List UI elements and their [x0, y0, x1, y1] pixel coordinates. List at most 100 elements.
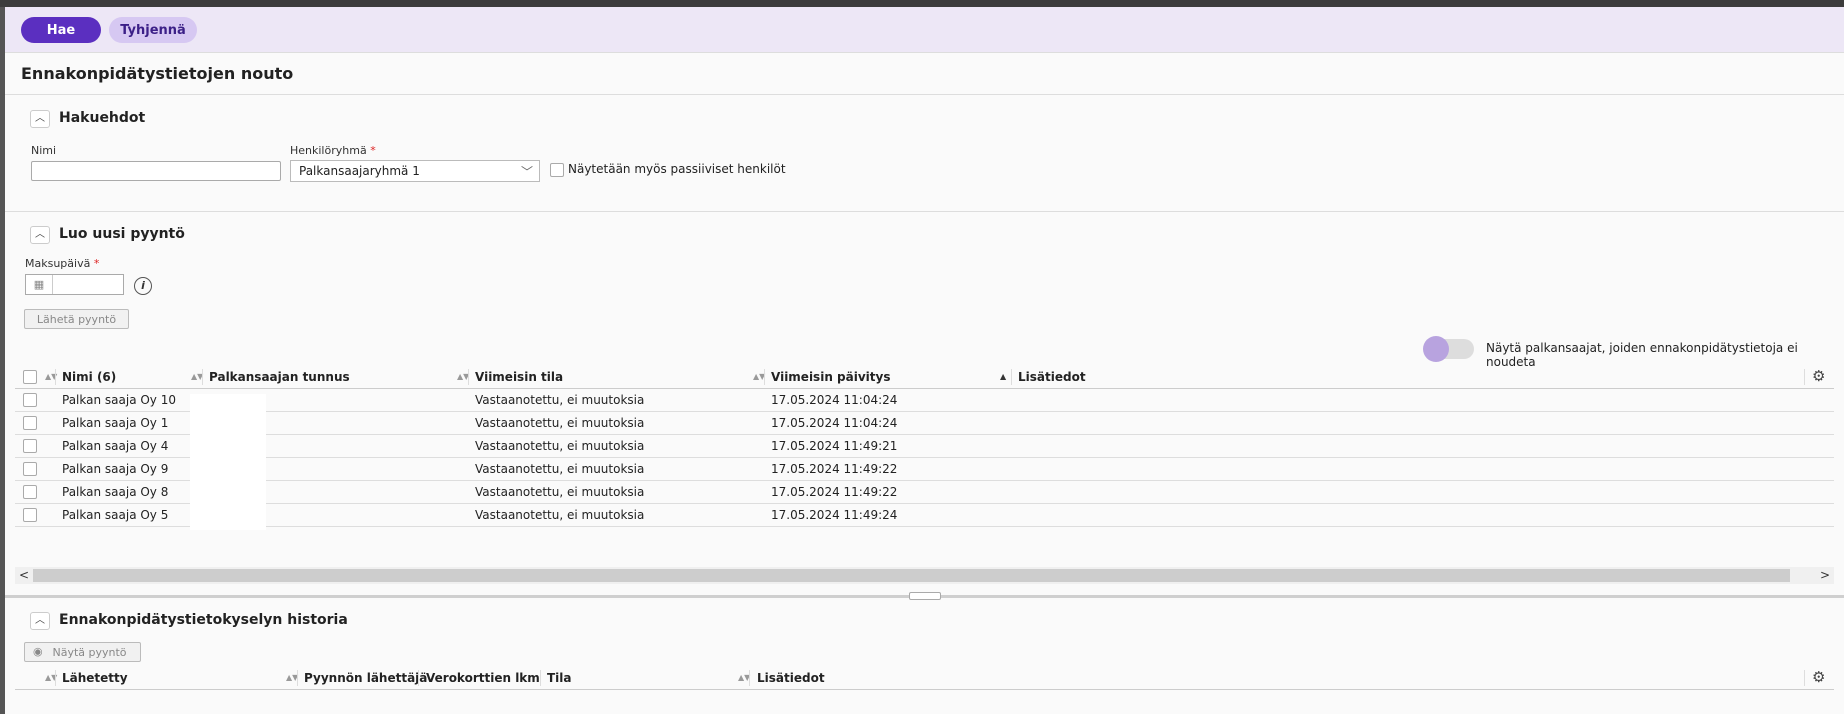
column-header-sent[interactable]: Lähetetty	[62, 667, 128, 689]
cell-status: Vastaanotettu, ei muutoksia	[475, 462, 645, 476]
row-checkbox[interactable]	[23, 393, 37, 407]
payees-table: ▲▼ Nimi (6) ▲▼ Palkansaajan tunnus ▲▼ Vi…	[15, 366, 1834, 531]
collapse-new-request-button[interactable]: ︿	[30, 226, 50, 244]
table-row[interactable]: Palkan saaja Oy 9 Vastaanotettu, ei muut…	[15, 458, 1834, 481]
chevron-up-icon: ︿	[35, 113, 45, 124]
clear-button[interactable]: Tyhjennä	[109, 17, 197, 43]
cell-status: Vastaanotettu, ei muutoksia	[475, 439, 645, 453]
window-top-bar	[0, 0, 1844, 7]
row-checkbox[interactable]	[23, 508, 37, 522]
column-header-updated[interactable]: Viimeisin päivitys	[771, 366, 890, 388]
cell-updated: 17.05.2024 11:04:24	[771, 416, 898, 430]
column-separator	[55, 369, 56, 385]
table-header: ▲▼ Lähetetty ▲▼ Pyynnön lähettäjä Veroko…	[15, 667, 1834, 690]
column-separator	[418, 670, 419, 686]
name-input[interactable]	[31, 161, 281, 181]
passive-checkbox-label: Näytetään myös passiiviset henkilöt	[568, 162, 786, 176]
page-title: Ennakonpidätystietojen nouto	[21, 64, 294, 83]
search-button[interactable]: Hae	[21, 17, 101, 43]
column-header-tax-card-count[interactable]: Verokorttien lkm	[426, 667, 540, 689]
show-request-label: Näytä pyyntö	[52, 645, 127, 659]
column-header-info[interactable]: Lisätiedot	[757, 667, 825, 689]
table-row[interactable]: Palkan saaja Oy 1 Vastaanotettu, ei muut…	[15, 412, 1834, 435]
required-mark: *	[370, 144, 376, 157]
cell-status: Vastaanotettu, ei muutoksia	[475, 508, 645, 522]
cell-name: Palkan saaja Oy 5	[62, 508, 169, 522]
divider	[5, 211, 1844, 212]
new-request-section-title: Luo uusi pyyntö	[59, 226, 185, 242]
table-row[interactable]: Palkan saaja Oy 8 Vastaanotettu, ei muut…	[15, 481, 1834, 504]
collapse-history-button[interactable]: ︿	[30, 612, 50, 630]
cell-status: Vastaanotettu, ei muutoksia	[475, 416, 645, 430]
column-header-info[interactable]: Lisätiedot	[1018, 366, 1086, 388]
scroll-left-icon[interactable]: <	[19, 567, 29, 584]
cell-name: Palkan saaja Oy 9	[62, 462, 169, 476]
table-row[interactable]: Palkan saaja Oy 5 Vastaanotettu, ei muut…	[15, 504, 1834, 527]
show-request-button[interactable]: ◉ Näytä pyyntö	[24, 642, 141, 662]
group-select-value: Palkansaajaryhmä 1	[299, 164, 420, 178]
column-separator	[1804, 670, 1805, 686]
column-separator	[55, 670, 56, 686]
horizontal-scrollbar[interactable]: < >	[15, 567, 1834, 584]
row-checkbox[interactable]	[23, 416, 37, 430]
group-label-text: Henkilöryhmä	[290, 144, 367, 157]
scroll-right-icon[interactable]: >	[1820, 567, 1830, 584]
cell-status: Vastaanotettu, ei muutoksia	[475, 393, 645, 407]
cell-status: Vastaanotettu, ei muutoksia	[475, 485, 645, 499]
gear-icon[interactable]: ⚙	[1812, 367, 1825, 385]
sort-ascending-icon[interactable]: ▲	[1000, 366, 1006, 388]
column-header-sender[interactable]: Pyynnön lähettäjä	[304, 667, 427, 689]
payee-id-redaction	[190, 394, 266, 530]
table-row[interactable]: Palkan saaja Oy 4 Vastaanotettu, ei muut…	[15, 435, 1834, 458]
column-header-name[interactable]: Nimi (6)	[62, 366, 116, 388]
column-separator	[468, 369, 469, 385]
chevron-up-icon: ︿	[35, 229, 45, 240]
divider	[5, 94, 1844, 95]
cell-name: Palkan saaja Oy 4	[62, 439, 169, 453]
calendar-icon[interactable]: ▦	[26, 275, 53, 294]
column-header-status[interactable]: Tila	[547, 667, 572, 689]
chevron-up-icon: ︿	[35, 615, 45, 626]
cell-updated: 17.05.2024 11:04:24	[771, 393, 898, 407]
toggle-label: Näytä palkansaajat, joiden ennakonpidäty…	[1486, 341, 1798, 369]
table-row[interactable]: Palkan saaja Oy 10 Vastaanotettu, ei muu…	[15, 389, 1834, 412]
column-separator	[764, 369, 765, 385]
required-mark: *	[93, 257, 100, 270]
select-all-checkbox[interactable]	[23, 370, 37, 384]
history-section-title: Ennakonpidätystietokyselyn historia	[59, 612, 348, 628]
cell-name: Palkan saaja Oy 10	[62, 393, 176, 407]
history-table: ▲▼ Lähetetty ▲▼ Pyynnön lähettäjä Veroko…	[15, 667, 1834, 691]
toggle-knob[interactable]	[1423, 336, 1449, 362]
search-section-title: Hakuehdot	[59, 110, 146, 126]
column-separator	[1011, 369, 1012, 385]
info-icon[interactable]: i	[134, 277, 152, 295]
payday-label: Maksupäivä *	[25, 257, 99, 270]
passive-checkbox[interactable]	[550, 163, 564, 177]
send-request-button[interactable]: Lähetä pyyntö	[24, 309, 129, 329]
cell-updated: 17.05.2024 11:49:24	[771, 508, 898, 522]
collapse-search-section-button[interactable]: ︿	[30, 110, 50, 128]
row-checkbox[interactable]	[23, 485, 37, 499]
payday-date-field[interactable]: ▦	[25, 274, 124, 295]
cell-updated: 17.05.2024 11:49:21	[771, 439, 898, 453]
row-checkbox[interactable]	[23, 462, 37, 476]
cell-name: Palkan saaja Oy 1	[62, 416, 169, 430]
column-separator	[202, 369, 203, 385]
scrollbar-thumb[interactable]	[33, 569, 1790, 582]
cell-updated: 17.05.2024 11:49:22	[771, 462, 898, 476]
column-separator	[540, 670, 541, 686]
chevron-down-icon: ﹀	[520, 165, 533, 179]
cell-updated: 17.05.2024 11:49:22	[771, 485, 898, 499]
splitter-handle[interactable]	[909, 592, 941, 600]
row-checkbox[interactable]	[23, 439, 37, 453]
column-header-payee-id[interactable]: Palkansaajan tunnus	[209, 366, 350, 388]
left-edge	[0, 7, 5, 714]
column-header-status[interactable]: Viimeisin tila	[475, 366, 563, 388]
eye-icon: ◉	[33, 645, 43, 658]
payday-label-text: Maksupäivä	[25, 257, 91, 270]
column-separator	[1804, 369, 1805, 385]
table-header: ▲▼ Nimi (6) ▲▼ Palkansaajan tunnus ▲▼ Vi…	[15, 366, 1834, 389]
group-select[interactable]: Palkansaajaryhmä 1 ﹀	[290, 160, 540, 182]
column-separator	[749, 670, 750, 686]
gear-icon[interactable]: ⚙	[1812, 668, 1825, 686]
